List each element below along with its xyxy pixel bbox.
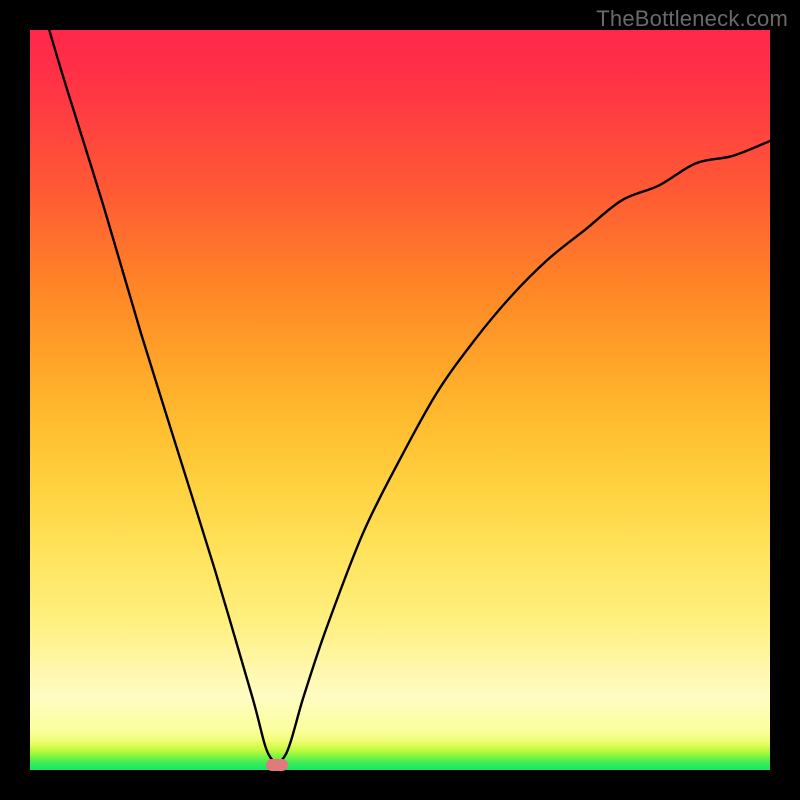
plot-area — [30, 30, 770, 770]
curve-layer — [30, 30, 770, 770]
watermark-text: TheBottleneck.com — [596, 6, 788, 32]
bottleneck-curve — [49, 30, 770, 763]
bottleneck-marker — [266, 759, 288, 771]
chart-frame: TheBottleneck.com — [0, 0, 800, 800]
